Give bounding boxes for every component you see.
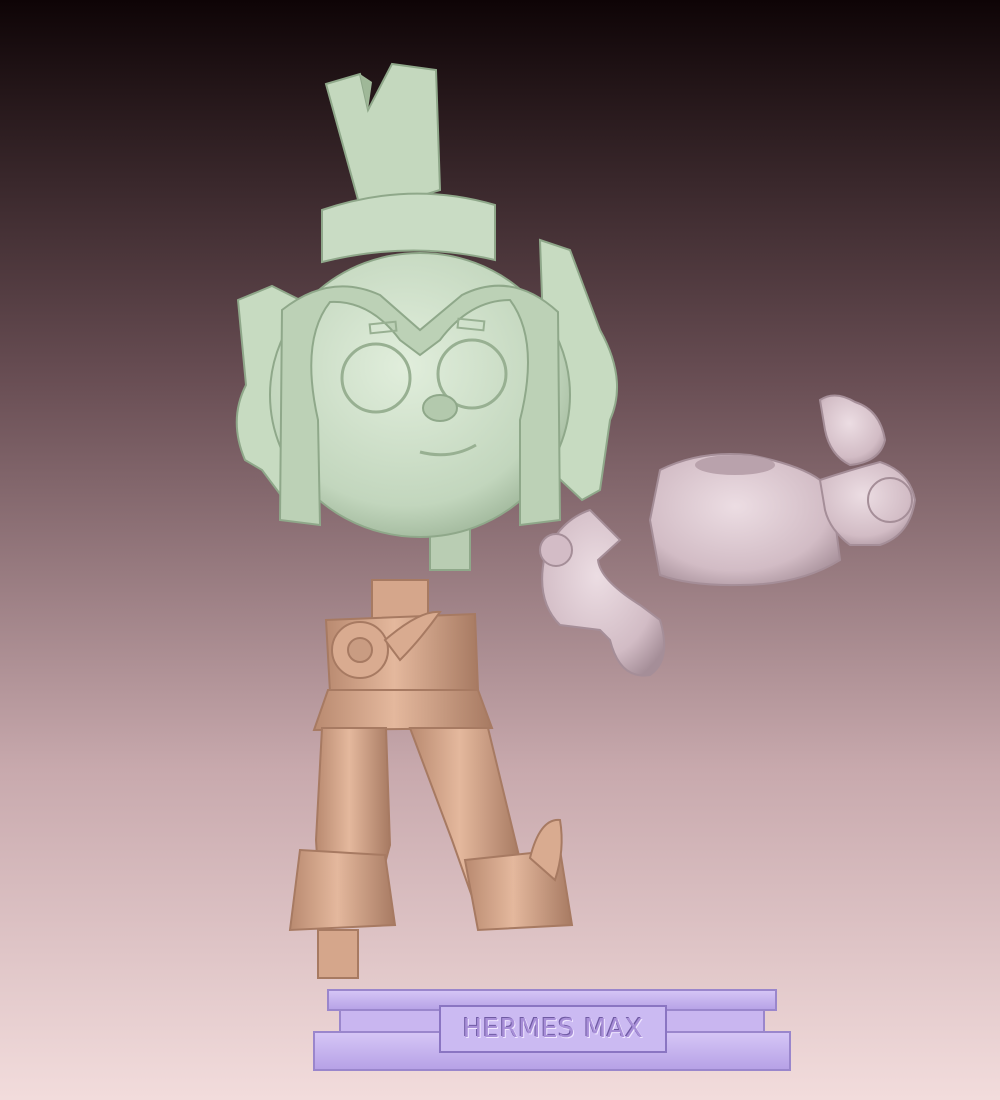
background xyxy=(0,0,1000,1100)
skirt xyxy=(312,689,494,732)
nose xyxy=(422,394,458,422)
left-boot xyxy=(288,848,397,932)
plaque-label: HERMES MAX xyxy=(462,1014,644,1044)
foot-peg xyxy=(317,929,359,979)
render-scene xyxy=(0,0,1000,1100)
